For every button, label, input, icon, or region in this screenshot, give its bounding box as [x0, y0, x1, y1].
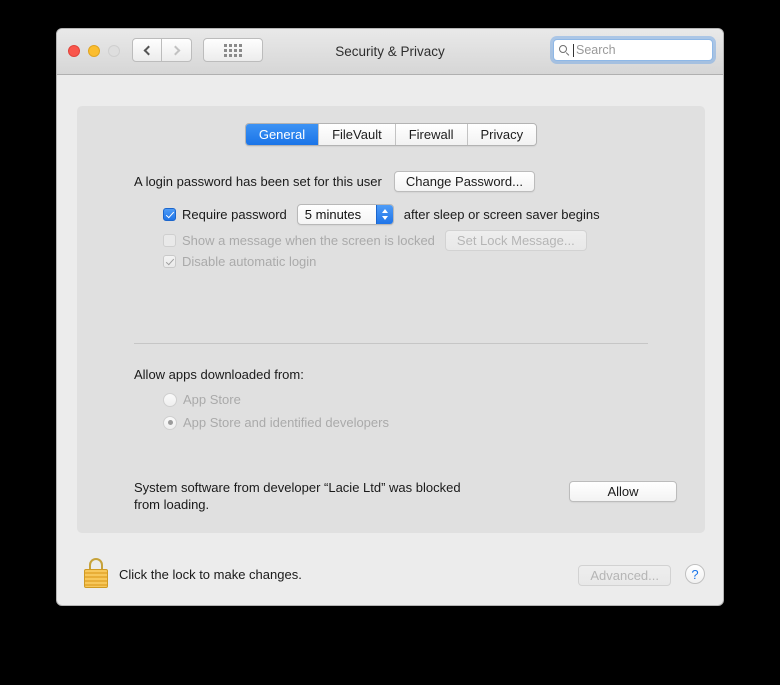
lock-closed-icon[interactable]	[83, 558, 109, 588]
require-password-suffix: after sleep or screen saver begins	[403, 207, 600, 222]
blocked-software-row: System software from developer “Lacie Lt…	[134, 479, 461, 513]
disable-auto-login-label: Disable automatic login	[182, 254, 317, 269]
radio-app-store-identified-developers	[163, 415, 177, 430]
tab-filevault[interactable]: FileVault	[318, 124, 395, 145]
require-password-checkbox[interactable]	[163, 208, 176, 221]
change-password-button[interactable]: Change Password...	[393, 171, 535, 192]
help-button[interactable]: ?	[685, 564, 705, 584]
tab-general[interactable]: General	[245, 124, 319, 145]
password-delay-select[interactable]: 5 minutes	[296, 204, 394, 225]
text-caret	[573, 43, 574, 57]
allow-button[interactable]: Allow	[569, 481, 677, 502]
blocked-software-line2: from loading.	[134, 497, 210, 512]
tab-privacy[interactable]: Privacy	[466, 124, 537, 145]
section-divider	[134, 343, 648, 344]
lock-hint-text: Click the lock to make changes.	[119, 567, 302, 582]
show-lock-message-checkbox	[163, 234, 176, 247]
radio-identified-developers-label: App Store and identified developers	[183, 415, 389, 430]
disable-auto-login-row: Disable automatic login	[163, 254, 316, 269]
content-panel: General FileVault Firewall Privacy A log…	[77, 106, 705, 533]
radio-app-store-label: App Store	[183, 392, 241, 407]
search-container: Search	[553, 39, 713, 61]
blocked-software-line1: System software from developer “Lacie Lt…	[134, 480, 461, 495]
gatekeeper-heading-row: Allow apps downloaded from:	[134, 367, 304, 382]
blocked-software-message: System software from developer “Lacie Lt…	[134, 479, 461, 513]
stepper-arrows-icon	[375, 205, 393, 224]
gatekeeper-option-appstore: App Store	[163, 392, 241, 407]
require-password-row: Require password 5 minutes after sleep o…	[163, 204, 600, 225]
set-lock-message-button: Set Lock Message...	[444, 230, 587, 251]
footer-bar: Click the lock to make changes. Advanced…	[57, 549, 723, 605]
search-input[interactable]: Search	[553, 39, 713, 61]
show-lock-message-label: Show a message when the screen is locked	[182, 233, 435, 248]
login-password-row: A login password has been set for this u…	[134, 171, 535, 192]
security-privacy-window: Security & Privacy Search General FileVa…	[56, 28, 724, 606]
window-titlebar: Security & Privacy Search	[57, 29, 723, 75]
search-placeholder: Search	[576, 43, 616, 57]
login-password-status: A login password has been set for this u…	[134, 174, 382, 189]
disable-auto-login-checkbox	[163, 255, 176, 268]
advanced-button: Advanced...	[578, 565, 671, 586]
tab-firewall[interactable]: Firewall	[394, 124, 467, 145]
require-password-label: Require password	[182, 207, 287, 222]
radio-app-store	[163, 392, 177, 407]
allow-button-row: Allow	[569, 481, 677, 502]
tab-bar: General FileVault Firewall Privacy	[77, 123, 705, 146]
search-icon	[559, 44, 570, 56]
password-delay-value: 5 minutes	[304, 207, 362, 222]
gatekeeper-heading: Allow apps downloaded from:	[134, 367, 304, 382]
show-lock-message-row: Show a message when the screen is locked…	[163, 230, 587, 251]
gatekeeper-option-identified-developers: App Store and identified developers	[163, 415, 389, 430]
